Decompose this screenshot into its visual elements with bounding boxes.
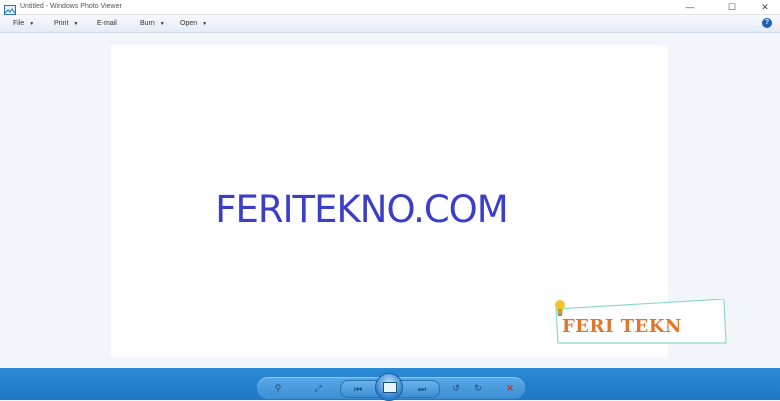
bottom-toolbar: ⚲ ⤢ ⏮ ⏭ ↺ ↻ ✕ [0,368,780,401]
rotate-clockwise-button[interactable]: ↻ [471,382,485,394]
help-icon[interactable]: ? [762,18,772,28]
minimize-button[interactable]: — [675,0,705,14]
watermark-logo: FERI TEKN [554,299,727,344]
slideshow-button[interactable] [375,373,403,401]
menu-email[interactable]: E-mail [97,17,117,30]
watermark-text: FERI TEKN [562,316,682,337]
menu-open[interactable]: Open ▼ [180,17,207,30]
chevron-down-icon: ▼ [29,21,35,27]
menu-burn[interactable]: Burn ▼ [140,17,165,30]
image-viewport: FERITEKNO.COM FERI TEKN [0,33,780,368]
delete-button[interactable]: ✕ [503,382,517,394]
menu-open-label: Open [180,20,198,27]
menu-bar: File ▼ Print ▼ E-mail Burn ▼ Open ▼ ? [0,15,780,33]
rotate-counterclockwise-button[interactable]: ↺ [449,382,463,394]
photo-viewer-app-icon [4,2,16,15]
window-title: Untitled - Windows Photo Viewer [20,3,122,10]
image-main-text: FERITEKNO.COM [215,188,508,231]
previous-button[interactable]: ⏮ [351,383,365,395]
chevron-down-icon: ▼ [159,21,165,27]
menu-file[interactable]: File ▼ [13,17,34,30]
zoom-icon[interactable]: ⚲ [271,382,285,394]
actual-size-icon[interactable]: ⤢ [311,382,325,394]
maximize-button[interactable]: ☐ [717,0,747,14]
chevron-down-icon: ▼ [202,21,208,27]
menu-burn-label: Burn [140,20,155,27]
menu-print[interactable]: Print ▼ [54,17,78,30]
title-bar: Untitled - Windows Photo Viewer — ☐ ✕ [0,0,780,15]
close-button[interactable]: ✕ [750,0,780,14]
menu-email-label: E-mail [97,20,117,27]
lightbulb-icon [555,300,565,316]
menu-file-label: File [13,20,25,27]
next-button[interactable]: ⏭ [415,383,429,395]
slideshow-icon [383,382,397,393]
playback-controls: ⚲ ⤢ ⏮ ⏭ ↺ ↻ ✕ [257,373,525,401]
menu-print-label: Print [54,20,69,27]
chevron-down-icon: ▼ [73,21,79,27]
